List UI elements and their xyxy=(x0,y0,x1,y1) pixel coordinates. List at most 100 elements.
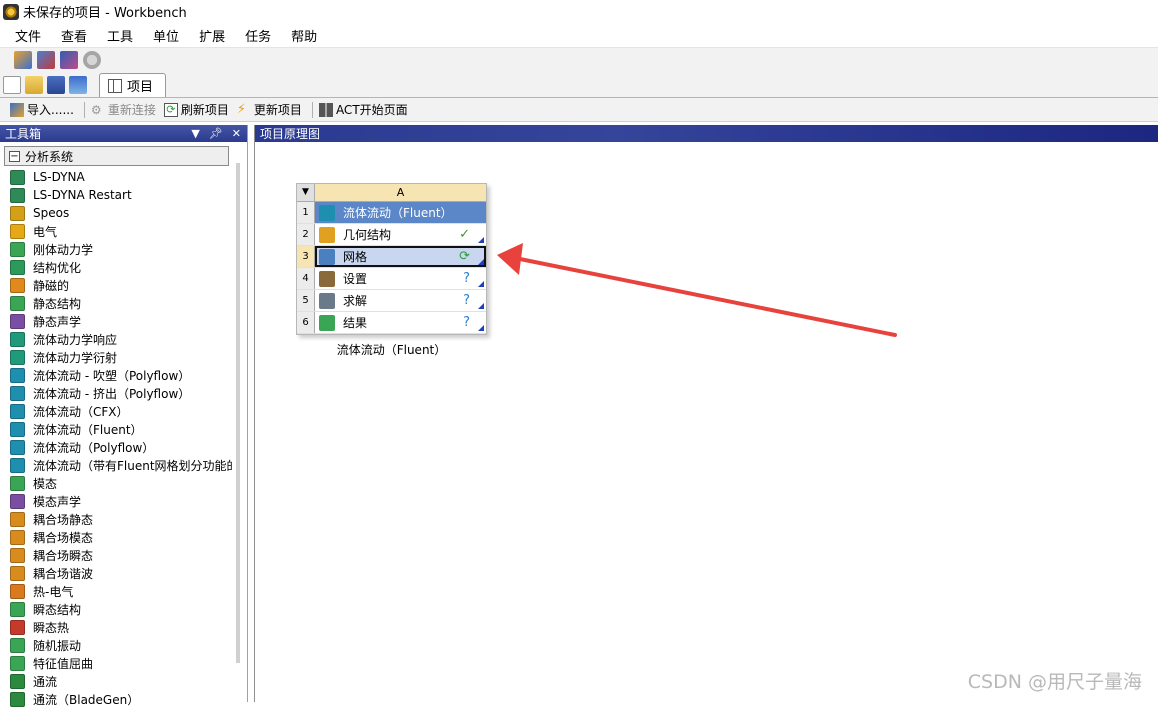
menu-extensions[interactable]: 扩展 xyxy=(190,26,234,45)
close-icon[interactable]: ✕ xyxy=(232,127,241,140)
toolbox-item[interactable]: 结构优化 xyxy=(0,258,232,276)
toolbox-item-label: 随机振动 xyxy=(33,638,82,653)
analysis-system-icon xyxy=(10,457,25,473)
system-cell-row[interactable]: 6 结果? xyxy=(297,312,486,334)
cell-status-icon: ? xyxy=(463,271,470,286)
toolbox-item[interactable]: 通流（BladeGen） xyxy=(0,690,232,708)
system-cell-row[interactable]: 3 网格 ⟳ xyxy=(297,246,486,268)
row-number: 4 xyxy=(297,268,315,289)
toolbox-item[interactable]: LS-DYNA xyxy=(0,168,232,186)
system-cell[interactable]: 结果? xyxy=(315,312,486,333)
toolbox-item[interactable]: 热-电气 xyxy=(0,582,232,600)
toolbox-item[interactable]: 随机振动 xyxy=(0,636,232,654)
system-cell-row[interactable]: 5 求解? xyxy=(297,290,486,312)
system-cell-row[interactable]: 1 流体流动（Fluent） xyxy=(297,202,486,224)
open-folder-icon[interactable] xyxy=(25,76,43,94)
toolbox-item-label: 通流 xyxy=(33,674,58,689)
toolbox-item[interactable]: Speos xyxy=(0,204,232,222)
schematic-tab-icon xyxy=(108,78,122,93)
save-remote-icon[interactable] xyxy=(37,51,55,69)
connect-icon[interactable] xyxy=(14,51,32,69)
toolbox-item[interactable]: 流体流动 - 吹塑（Polyflow） xyxy=(0,366,232,384)
toolbox-item[interactable]: 耦合场静态 xyxy=(0,510,232,528)
toolbox-item[interactable]: LS-DYNA Restart xyxy=(0,186,232,204)
menu-units[interactable]: 单位 xyxy=(144,26,188,45)
toolbox-item-label: LS-DYNA Restart xyxy=(33,188,132,202)
toolbox-item[interactable]: 静磁的 xyxy=(0,276,232,294)
menu-help[interactable]: 帮助 xyxy=(282,26,326,45)
save-as-icon[interactable] xyxy=(69,76,87,94)
toolbox-item[interactable]: 耦合场谐波 xyxy=(0,564,232,582)
toolbox-item[interactable]: 瞬态结构 xyxy=(0,600,232,618)
archive-remote-icon[interactable] xyxy=(60,51,78,69)
refresh-project-button[interactable]: ⟳ 刷新项目 xyxy=(163,101,229,118)
menu-tools[interactable]: 工具 xyxy=(98,26,142,45)
toolbox-item[interactable]: 静态声学 xyxy=(0,312,232,330)
new-file-icon[interactable] xyxy=(3,76,21,94)
toolbox-item-label: 瞬态热 xyxy=(33,620,70,635)
toolbox-item[interactable]: 刚体动力学 xyxy=(0,240,232,258)
system-menu-arrow-icon[interactable]: ▼ xyxy=(297,184,315,202)
arrow-head xyxy=(497,243,523,275)
analysis-system-icon xyxy=(10,511,25,527)
toolbox-item[interactable]: 耦合场瞬态 xyxy=(0,546,232,564)
toolbox-item-label: 耦合场模态 xyxy=(33,530,94,545)
system-cell[interactable]: 几何结构 ✓ xyxy=(315,224,486,245)
system-cell-row[interactable]: 4 设置? xyxy=(297,268,486,290)
analysis-systems-group[interactable]: − 分析系统 xyxy=(4,146,229,166)
reconnect-button[interactable]: ⚙ 重新连接 xyxy=(91,101,156,118)
menu-jobs[interactable]: 任务 xyxy=(236,26,280,45)
menu-file[interactable]: 文件 xyxy=(6,26,50,45)
toolbox-item-label: 流体动力学衍射 xyxy=(33,350,118,365)
toolbox-item-label: 耦合场谐波 xyxy=(33,566,94,581)
toolbox-scrollbar[interactable] xyxy=(236,163,240,663)
system-cell[interactable]: 设置? xyxy=(315,268,486,289)
act-start-page-button[interactable]: ACT开始页面 xyxy=(318,101,408,118)
cell-type-icon xyxy=(319,204,335,221)
toolbox-item[interactable]: 静态结构 xyxy=(0,294,232,312)
dropdown-arrow-icon[interactable]: ▼ xyxy=(191,127,199,140)
toolbox-item[interactable]: 流体动力学响应 xyxy=(0,330,232,348)
toolbox-item[interactable]: 特征值屈曲 xyxy=(0,654,232,672)
collapse-icon[interactable]: − xyxy=(9,150,20,162)
system-caption[interactable]: 流体流动（Fluent） xyxy=(296,341,487,358)
pin-icon[interactable]: 📌︎ xyxy=(209,127,223,140)
system-cell-row[interactable]: 2 几何结构 ✓ xyxy=(297,224,486,246)
toolbox-item[interactable]: 瞬态热 xyxy=(0,618,232,636)
toolbox-item[interactable]: 流体流动（CFX） xyxy=(0,402,232,420)
system-cell[interactable]: 流体流动（Fluent） xyxy=(315,202,486,223)
toolbox-item[interactable]: 模态声学 xyxy=(0,492,232,510)
save-icon[interactable] xyxy=(47,76,65,94)
toolbox-item[interactable]: 通流 xyxy=(0,672,232,690)
toolbox-item-label: 刚体动力学 xyxy=(33,242,94,257)
analysis-system-icon xyxy=(10,601,25,617)
toolbox-item-label: 流体动力学响应 xyxy=(33,332,118,347)
title-bar: 未保存的项目 - Workbench xyxy=(0,0,1158,23)
import-icon xyxy=(10,102,24,117)
system-cell[interactable]: 求解? xyxy=(315,290,486,311)
fluent-system-block[interactable]: ▼ A 1 流体流动（Fluent） 2 几何结构 ✓ 3 网格 ⟳ 4 设置? 5 求解? 6 结果? xyxy=(296,183,487,335)
menu-view[interactable]: 查看 xyxy=(52,26,96,45)
analysis-system-icon xyxy=(10,565,25,581)
toolbox-item-label: 通流（BladeGen） xyxy=(33,692,140,707)
toolbox-header: 工具箱 ▼ 📌︎ ✕ xyxy=(0,125,247,142)
toolbox-item[interactable]: 模态 xyxy=(0,474,232,492)
toolbox-item[interactable]: 流体流动（带有Fluent网格划分功能的 xyxy=(0,456,232,474)
toolbox-item[interactable]: 电气 xyxy=(0,222,232,240)
toolbox-item[interactable]: 流体动力学衍射 xyxy=(0,348,232,366)
toolbox-item-label: 模态声学 xyxy=(33,494,82,509)
toolbox-item[interactable]: 流体流动（Fluent） xyxy=(0,420,232,438)
system-cell[interactable]: 网格 ⟳ xyxy=(315,246,486,267)
analysis-system-icon xyxy=(10,421,25,437)
analysis-system-icon xyxy=(10,529,25,545)
toolbox-title: 工具箱 xyxy=(5,127,42,141)
row-number: 6 xyxy=(297,312,315,333)
toolbox-item[interactable]: 流体流动 - 挤出（Polyflow） xyxy=(0,384,232,402)
toolbox-item[interactable]: 流体流动（Polyflow） xyxy=(0,438,232,456)
toolbox-item[interactable]: 耦合场模态 xyxy=(0,528,232,546)
analysis-system-icon xyxy=(10,547,25,563)
analysis-system-icon xyxy=(10,637,25,653)
tab-project[interactable]: 项目 xyxy=(99,73,167,97)
update-project-button[interactable]: ⚡ 更新项目 xyxy=(237,101,302,118)
import-button[interactable]: 导入...... xyxy=(10,101,74,118)
